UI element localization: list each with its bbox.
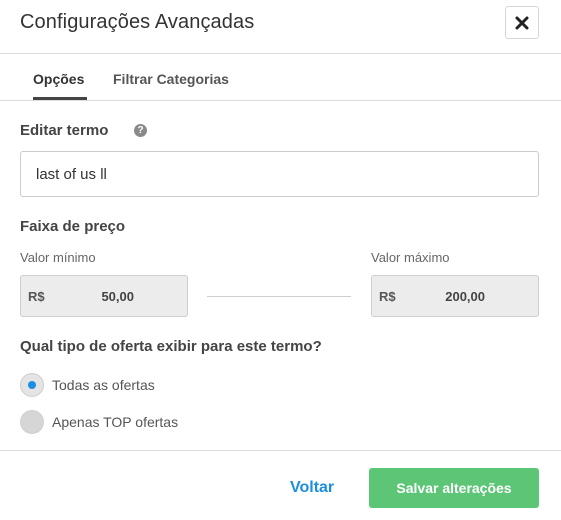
save-changes-button[interactable]: Salvar alterações — [369, 468, 539, 508]
min-price-input[interactable]: R$ 50,00 — [20, 275, 188, 317]
radio-top-offers-label: Apenas TOP ofertas — [52, 414, 179, 430]
tab-bar: Opções Filtrar Categorias — [0, 55, 561, 101]
dialog-footer: Voltar Salvar alterações — [0, 450, 561, 520]
price-range-label: Faixa de preço — [20, 218, 126, 235]
price-range-divider — [207, 296, 351, 297]
radio-selected-dot — [28, 381, 36, 389]
tab-filter-categories[interactable]: Filtrar Categorias — [113, 71, 229, 87]
back-button[interactable]: Voltar — [290, 479, 334, 497]
close-button[interactable] — [505, 6, 539, 39]
close-icon — [515, 16, 529, 29]
radio-button-unchecked[interactable] — [20, 410, 44, 434]
max-currency-label: R$ — [379, 289, 396, 304]
active-tab-indicator — [33, 97, 87, 100]
tab-options[interactable]: Opções — [33, 71, 84, 87]
help-icon[interactable]: ? — [134, 124, 147, 137]
term-input[interactable] — [20, 151, 539, 197]
max-price-input[interactable]: R$ 200,00 — [371, 275, 539, 317]
dialog-header: Configurações Avançadas — [0, 0, 561, 54]
dialog-title: Configurações Avançadas — [20, 11, 255, 33]
radio-all-offers-label: Todas as ofertas — [52, 377, 155, 393]
max-value-label: Valor máximo — [371, 250, 450, 265]
min-price-value: 50,00 — [101, 289, 134, 304]
min-currency-label: R$ — [28, 289, 45, 304]
offer-type-question: Qual tipo de oferta exibir para este ter… — [20, 338, 322, 355]
edit-term-label: Editar termo — [20, 122, 109, 139]
radio-button-checked[interactable] — [20, 373, 44, 397]
max-price-value: 200,00 — [445, 289, 485, 304]
min-value-label: Valor mínimo — [20, 250, 96, 265]
